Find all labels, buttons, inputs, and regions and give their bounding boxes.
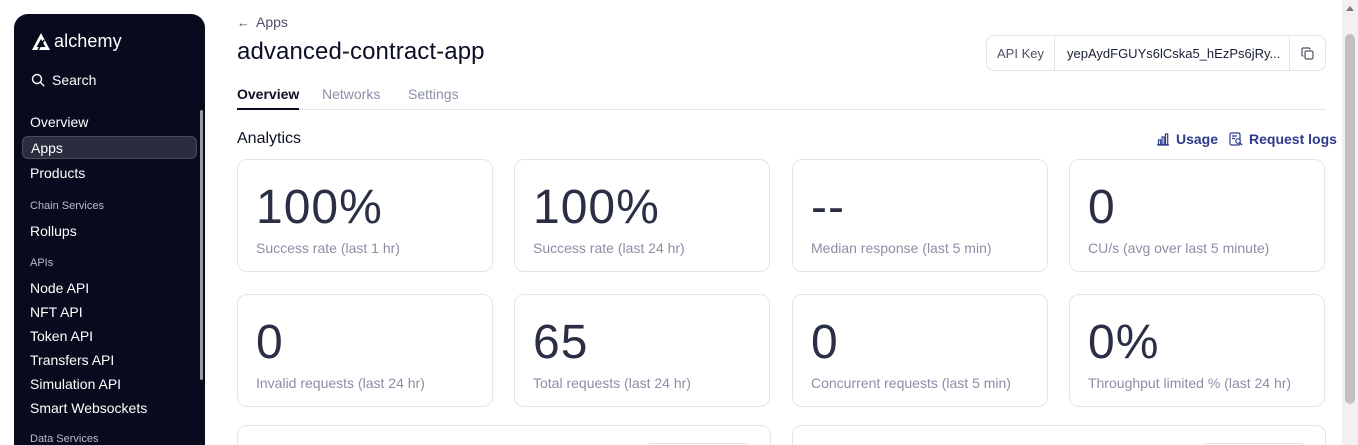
chart-panel-left [237, 425, 771, 445]
metric-card-invalid-requests: 0 Invalid requests (last 24 hr) [237, 294, 493, 407]
sidebar-scrollbar[interactable] [200, 110, 203, 380]
scroll-up-icon[interactable] [1346, 6, 1354, 11]
tab-networks[interactable]: Networks [322, 86, 380, 110]
metric-label: CU/s (avg over last 5 minute) [1088, 240, 1270, 256]
search-icon [31, 73, 45, 87]
metric-label: Concurrent requests (last 5 min) [811, 375, 1011, 391]
metric-value: 65 [533, 316, 589, 369]
metric-value: 0 [256, 316, 284, 369]
logs-search-icon [1229, 132, 1243, 146]
sidebar-item-overview[interactable]: Overview [22, 110, 197, 133]
sidebar-section-apis: APIs [30, 257, 54, 269]
page-title: advanced-contract-app [237, 38, 485, 65]
metric-value: 0 [1088, 181, 1116, 234]
copy-icon [1301, 46, 1314, 60]
request-logs-link[interactable]: Request logs [1229, 131, 1337, 147]
sidebar-item-simulation-api[interactable]: Simulation API [22, 372, 197, 395]
copy-api-key-button[interactable] [1289, 36, 1325, 70]
sidebar-item-label: Apps [31, 139, 63, 156]
sidebar-item-label: Token API [30, 327, 94, 344]
sidebar-section-chain-services: Chain Services [30, 200, 104, 212]
tab-bar: Overview Networks Settings [237, 86, 1326, 110]
back-label: Apps [256, 14, 288, 30]
metric-label: Total requests (last 24 hr) [533, 375, 691, 391]
arrow-left-icon: ← [237, 14, 250, 30]
metric-label: Success rate (last 24 hr) [533, 240, 685, 256]
api-key-label: API Key [987, 36, 1055, 70]
search-label: Search [52, 72, 97, 88]
metric-card-median-response: -- Median response (last 5 min) [792, 159, 1048, 272]
sidebar-item-label: Transfers API [30, 351, 115, 368]
tab-overview[interactable]: Overview [237, 86, 300, 110]
request-logs-label: Request logs [1249, 131, 1337, 147]
bar-chart-icon [1157, 133, 1169, 146]
metric-value: 100% [533, 181, 660, 234]
metric-card-success-1hr: 100% Success rate (last 1 hr) [237, 159, 493, 272]
sidebar-item-label: NFT API [30, 303, 83, 320]
metric-value: -- [811, 181, 845, 234]
tab-settings[interactable]: Settings [408, 86, 459, 110]
sidebar-item-apps[interactable]: Apps [22, 136, 197, 159]
metric-card-concurrent-requests: 0 Concurrent requests (last 5 min) [792, 294, 1048, 407]
metric-card-cu-per-second: 0 CU/s (avg over last 5 minute) [1069, 159, 1325, 272]
page-scrollbar[interactable] [1342, 0, 1358, 445]
usage-label: Usage [1176, 131, 1219, 147]
sidebar: alchemy Search Overview Apps Products Ch… [14, 14, 205, 445]
back-link[interactable]: ← Apps [237, 14, 288, 30]
metric-label: Throughput limited % (last 24 hr) [1088, 375, 1292, 391]
sidebar-item-label: Products [30, 164, 86, 181]
sidebar-item-label: Simulation API [30, 375, 122, 392]
metric-label: Median response (last 5 min) [811, 240, 992, 256]
sidebar-item-label: Node API [30, 279, 90, 296]
metric-label: Invalid requests (last 24 hr) [256, 375, 425, 391]
brand-logo[interactable]: alchemy [31, 31, 122, 52]
sidebar-item-label: Overview [30, 113, 89, 130]
chart-panel-right [792, 425, 1326, 445]
api-key-field: API Key yepAydFGUYs6lCska5_hEzPs6jRy... [986, 35, 1326, 71]
sidebar-section-data-services: Data Services [30, 433, 99, 445]
search-button[interactable]: Search [31, 72, 96, 88]
sidebar-item-label: Rollups [30, 222, 77, 239]
sidebar-item-node-api[interactable]: Node API [22, 276, 197, 299]
api-key-value[interactable]: yepAydFGUYs6lCska5_hEzPs6jRy... [1055, 36, 1289, 70]
usage-link[interactable]: Usage [1156, 131, 1218, 147]
alchemy-logo-icon [32, 32, 50, 50]
sidebar-item-transfers-api[interactable]: Transfers API [22, 348, 197, 371]
metric-value: 0% [1088, 316, 1160, 369]
metric-card-total-requests: 65 Total requests (last 24 hr) [514, 294, 770, 407]
sidebar-item-rollups[interactable]: Rollups [22, 219, 197, 242]
metric-value: 0 [811, 316, 839, 369]
sidebar-item-smart-websockets[interactable]: Smart Websockets [22, 396, 197, 419]
metric-card-throughput-limited: 0% Throughput limited % (last 24 hr) [1069, 294, 1325, 407]
sidebar-item-token-api[interactable]: Token API [22, 324, 197, 347]
analytics-title: Analytics [237, 130, 302, 147]
sidebar-item-nft-api[interactable]: NFT API [22, 300, 197, 323]
metric-label: Success rate (last 1 hr) [256, 240, 400, 256]
metric-value: 100% [256, 181, 383, 234]
brand-name: alchemy [54, 31, 122, 51]
scrollbar-thumb[interactable] [1345, 34, 1355, 404]
metric-card-success-24hr: 100% Success rate (last 24 hr) [514, 159, 770, 272]
sidebar-item-products[interactable]: Products [22, 161, 197, 184]
sidebar-item-label: Smart Websockets [30, 399, 148, 416]
